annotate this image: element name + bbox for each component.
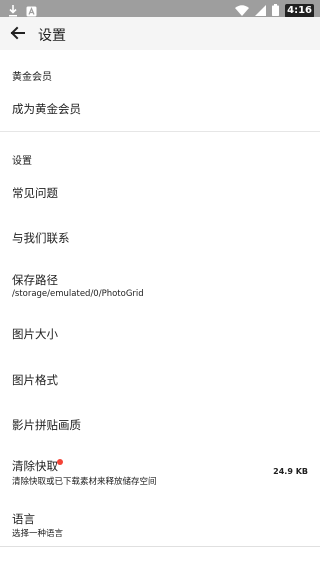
section-header-settings: 设置 <box>12 156 32 167</box>
section-divider <box>0 131 320 132</box>
row-title-image-format: 图片格式 <box>12 373 58 387</box>
image-format-row[interactable]: 图片格式 <box>0 360 320 400</box>
cache-size-value: 24.9 KB <box>273 467 308 476</box>
status-time: 4:16 <box>285 3 314 18</box>
contact-us-row[interactable]: 与我们联系 <box>0 218 320 258</box>
row-subtitle-clear-cache: 清除快取或已下载素材来释放储存空间 <box>12 477 157 487</box>
back-button[interactable] <box>8 23 28 43</box>
bottom-divider <box>0 546 320 547</box>
video-collage-quality-row[interactable]: 影片拼贴画质 <box>0 405 320 445</box>
row-subtitle-save-path: /storage/emulated/0/PhotoGrid <box>12 289 144 299</box>
row-title-become-gold: 成为黄金会员 <box>12 102 81 116</box>
section-header-gold: 黄金会员 <box>12 72 52 83</box>
row-title-save-path: 保存路径 <box>12 273 58 287</box>
faq-row[interactable]: 常见问题 <box>0 172 320 212</box>
page-title: 设置 <box>38 28 66 44</box>
row-title-video-quality: 影片拼贴画质 <box>12 418 81 432</box>
row-title-contact: 与我们联系 <box>12 231 70 245</box>
arrow-back-icon <box>10 26 25 40</box>
clear-cache-row[interactable]: 清除快取 清除快取或已下载素材来释放储存空间 24.9 KB <box>0 452 320 496</box>
row-title-image-size: 图片大小 <box>12 327 58 341</box>
become-gold-member-row[interactable]: 成为黄金会员 <box>0 92 320 128</box>
language-row[interactable]: 语言 选择一种语言 <box>0 504 320 544</box>
save-path-row[interactable]: 保存路径 /storage/emulated/0/PhotoGrid <box>0 264 320 308</box>
notification-badge-dot <box>57 459 63 465</box>
toolbar: 设置 <box>0 17 320 50</box>
image-size-row[interactable]: 图片大小 <box>0 314 320 354</box>
row-title-faq: 常见问题 <box>12 186 58 200</box>
row-subtitle-language: 选择一种语言 <box>12 529 64 539</box>
row-title-clear-cache: 清除快取 <box>12 459 58 473</box>
row-title-language: 语言 <box>12 512 35 526</box>
status-bar: 4:16 <box>0 0 320 18</box>
